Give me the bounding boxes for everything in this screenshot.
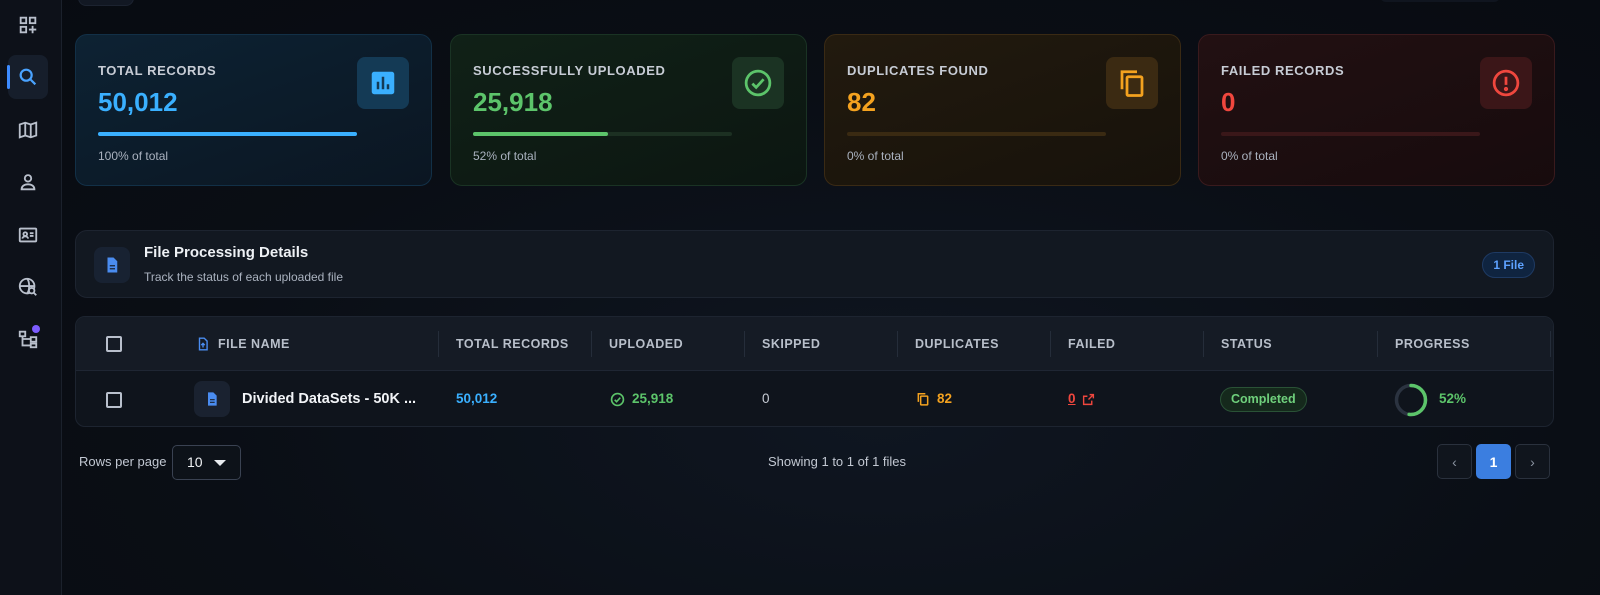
skipped-cell: 0 [762, 391, 770, 406]
duplicates-cell[interactable]: 82 [916, 371, 953, 426]
status-badge: Completed [1220, 387, 1307, 412]
alert-circle-icon [1480, 57, 1532, 109]
page-1-button[interactable]: 1 [1476, 444, 1511, 479]
sidebar-item-search[interactable] [7, 55, 48, 99]
check-circle-icon [732, 57, 784, 109]
sidebar-item-map[interactable] [8, 108, 48, 152]
column-total-records[interactable]: TOTAL RECORDS [456, 317, 569, 371]
chevron-left-icon: ‹ [1452, 453, 1457, 470]
file-upload-icon [198, 337, 208, 351]
search-icon [19, 68, 37, 86]
column-divider [1203, 331, 1204, 357]
next-page-button[interactable]: › [1515, 444, 1550, 479]
bar-chart-icon [357, 57, 409, 109]
card-subtext: 100% of total [98, 149, 169, 163]
column-file-name[interactable]: FILE NAME [196, 317, 290, 371]
id-card-icon [18, 227, 38, 243]
total-records-cell[interactable]: 50,012 [456, 371, 497, 426]
column-divider [744, 331, 745, 357]
file-table: FILE NAME TOTAL RECORDS UPLOADED SKIPPED… [75, 316, 1554, 427]
table-header: FILE NAME TOTAL RECORDS UPLOADED SKIPPED… [76, 317, 1553, 371]
file-name-cell[interactable]: Divided DataSets - 50K ... [242, 371, 416, 426]
column-skipped[interactable]: SKIPPED [762, 317, 820, 371]
progress-bar [847, 132, 1106, 136]
map-icon [18, 121, 38, 139]
select-all-checkbox[interactable] [106, 336, 122, 352]
column-divider [438, 331, 439, 357]
top-control-right[interactable] [1380, 0, 1500, 2]
column-divider [897, 331, 898, 357]
column-label: FILE NAME [218, 337, 290, 351]
chevron-right-icon: › [1530, 453, 1535, 470]
section-title: File Processing Details [144, 244, 309, 261]
file-count-badge: 1 File [1482, 252, 1535, 278]
column-failed[interactable]: FAILED [1068, 317, 1115, 371]
card-subtext: 0% of total [1221, 149, 1278, 163]
section-subtitle: Track the status of each uploaded file [144, 270, 344, 284]
top-control[interactable] [78, 0, 134, 6]
sidebar-item-apps[interactable] [8, 3, 48, 47]
column-divider [1050, 331, 1051, 357]
pagination-summary: Showing 1 to 1 of 1 files [768, 454, 907, 469]
check-circle-icon [610, 392, 625, 406]
rows-per-page-select[interactable]: 10 [172, 445, 241, 480]
chevron-down-icon [214, 460, 226, 466]
globe-search-icon [18, 277, 37, 296]
duplicates-card: DUPLICATES FOUND 82 0% of total [824, 34, 1181, 186]
progress-bar [1221, 132, 1480, 136]
card-subtext: 52% of total [473, 149, 537, 163]
failed-value: 0 [1068, 391, 1076, 406]
file-icon [194, 381, 230, 417]
progress-label: 52% [1439, 391, 1467, 406]
copy-icon [1106, 57, 1158, 109]
column-progress[interactable]: PROGRESS [1395, 317, 1470, 371]
uploaded-cell: 25,918 [610, 371, 674, 426]
uploaded-card: SUCCESSFULLY UPLOADED 25,918 52% of tota… [450, 34, 807, 186]
progress-ring [1394, 383, 1428, 417]
failed-cell[interactable]: 0 [1068, 371, 1095, 426]
progress-bar [98, 132, 357, 136]
rows-per-page-value: 10 [187, 454, 203, 470]
document-icon [94, 247, 130, 283]
external-link-icon [1082, 393, 1094, 405]
column-uploaded[interactable]: UPLOADED [609, 317, 683, 371]
sidebar-item-explore[interactable] [8, 265, 48, 309]
prev-page-button[interactable]: ‹ [1437, 444, 1472, 479]
card-subtext: 0% of total [847, 149, 904, 163]
file-processing-header: File Processing Details Track the status… [75, 230, 1554, 298]
column-divider [1377, 331, 1378, 357]
progress-bar-fill [473, 132, 608, 136]
user-icon [20, 174, 36, 191]
apps-add-icon [19, 16, 37, 34]
sidebar [0, 0, 62, 595]
total-records-card: TOTAL RECORDS 50,012 100% of total [75, 34, 432, 186]
notification-badge [32, 325, 40, 333]
sidebar-item-user[interactable] [8, 160, 48, 204]
column-divider [1550, 331, 1551, 357]
failed-records-card: FAILED RECORDS 0 0% of total [1198, 34, 1555, 186]
uploaded-value: 25,918 [632, 391, 674, 406]
sidebar-item-contacts[interactable] [8, 213, 48, 257]
column-divider [591, 331, 592, 357]
progress-bar-fill [98, 132, 357, 136]
sidebar-item-hierarchy[interactable] [8, 317, 48, 361]
row-checkbox[interactable] [106, 392, 122, 408]
progress-bar [473, 132, 732, 136]
column-status[interactable]: STATUS [1221, 317, 1272, 371]
copy-icon [917, 392, 929, 406]
rows-per-page-label: Rows per page [79, 454, 167, 469]
duplicates-value: 82 [937, 391, 953, 406]
column-duplicates[interactable]: DUPLICATES [915, 317, 999, 371]
